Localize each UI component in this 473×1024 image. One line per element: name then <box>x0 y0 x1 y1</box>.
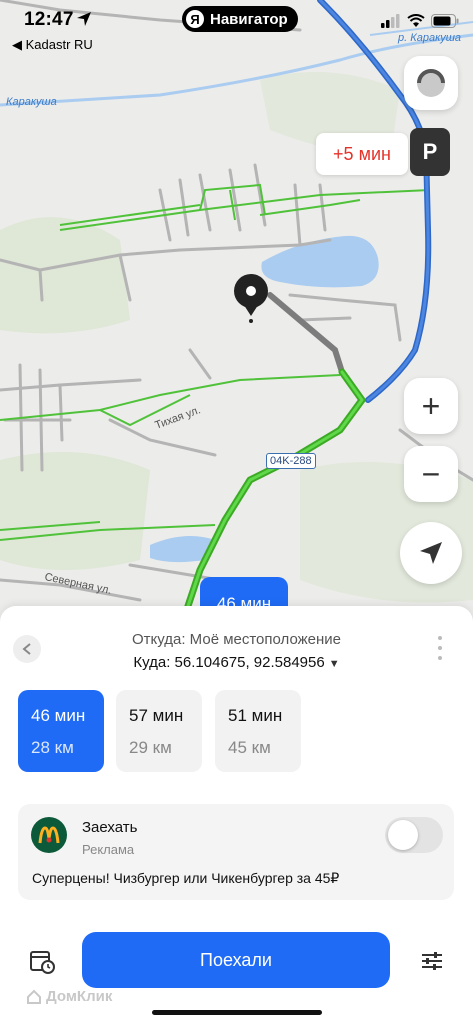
route-distance: 29 км <box>129 738 172 757</box>
app-pill-label: Навигатор <box>210 10 288 28</box>
watermark-logo-icon <box>27 989 41 1004</box>
route-distance: 28 км <box>31 738 74 757</box>
route-to[interactable]: Куда: 56.104675, 92.584956 ▼ <box>0 654 473 671</box>
ad-label: Реклама <box>82 842 135 857</box>
system-icons <box>381 14 459 28</box>
route-option-2[interactable]: 57 мин 29 км <box>116 690 202 772</box>
route-time: 46 мин <box>31 706 86 725</box>
toggle-knob <box>388 820 418 850</box>
route-distance: 45 км <box>228 738 271 757</box>
restaurant-logo-icon <box>31 817 67 853</box>
ad-title: Заехать <box>82 819 138 836</box>
compass-icon <box>417 69 445 97</box>
alt-route-delay-badge[interactable]: +5 мин <box>316 133 408 175</box>
signal-icon <box>381 14 400 28</box>
wifi-icon <box>407 14 425 27</box>
parking-button[interactable]: P <box>410 128 450 176</box>
destination-pin-icon[interactable] <box>232 272 270 324</box>
watermark-text: ДомКлик <box>46 988 113 1005</box>
navigation-arrow-icon <box>420 542 442 564</box>
map-view[interactable]: Каракуша р. Каракуша Тихая ул. Северная … <box>0 0 473 640</box>
ad-card[interactable]: Заехать Реклама Суперцены! Чизбургер или… <box>18 804 454 900</box>
status-bar: 12:47 ◀ Kadastr RU Я Навигатор <box>0 0 473 56</box>
ad-text: Суперцены! Чизбургер или Чикенбургер за … <box>32 870 340 886</box>
yandex-logo-icon: Я <box>186 10 204 28</box>
watermark: ДомКлик <box>26 988 112 1005</box>
route-option-3[interactable]: 51 мин 45 км <box>215 690 301 772</box>
river-label-left: Каракуша <box>6 96 57 108</box>
schedule-button[interactable] <box>27 946 57 976</box>
zoom-in-button[interactable]: + <box>404 378 458 434</box>
route-time: 57 мин <box>129 706 184 725</box>
ad-stop-toggle[interactable] <box>385 817 443 853</box>
battery-icon <box>431 14 459 28</box>
status-time: 12:47 <box>24 9 74 30</box>
zoom-out-button[interactable]: − <box>404 446 458 502</box>
compass-button[interactable] <box>404 56 458 110</box>
sliders-icon <box>422 952 442 970</box>
navigator-app-pill[interactable]: Я Навигатор <box>182 6 298 32</box>
route-option-1[interactable]: 46 мин 28 км <box>18 690 104 772</box>
route-from[interactable]: Откуда: Моё местоположение <box>0 631 473 648</box>
chevron-down-icon: ▼ <box>328 658 340 670</box>
route-settings-button[interactable] <box>417 946 447 976</box>
route-time: 51 мин <box>228 706 283 725</box>
my-location-button[interactable] <box>400 522 462 584</box>
route-to-label: Куда: 56.104675, 92.584956 <box>133 654 325 671</box>
start-navigation-button[interactable]: Поехали <box>82 932 390 988</box>
calendar-clock-icon <box>30 951 55 974</box>
more-options-icon[interactable] <box>436 636 444 660</box>
home-indicator[interactable] <box>152 1010 322 1015</box>
back-to-app-link[interactable]: ◀ Kadastr RU <box>12 37 93 53</box>
location-services-icon <box>77 12 91 26</box>
road-number-sign: 04K-288 <box>266 453 316 469</box>
